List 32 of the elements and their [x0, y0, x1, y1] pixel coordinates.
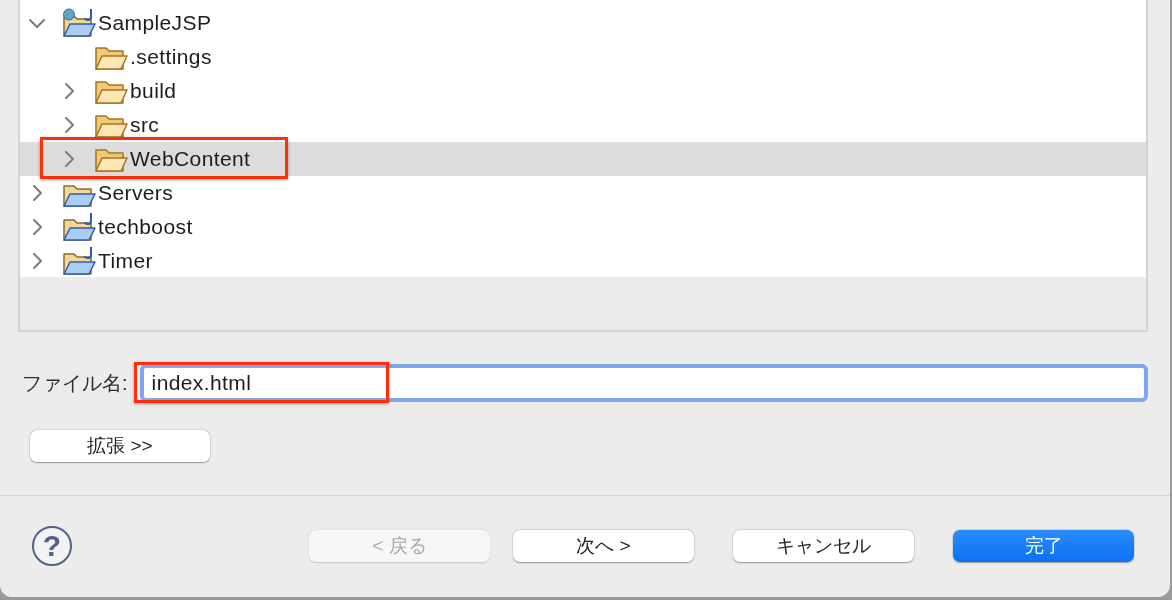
file-name-field[interactable]: index.html: [139, 364, 1148, 402]
tree-item-label: src: [130, 112, 160, 138]
tree-item-label: Timer: [98, 248, 153, 274]
tree-row[interactable]: src: [20, 108, 1146, 142]
java-project-icon: [62, 246, 96, 276]
chevron-right-icon[interactable]: [32, 219, 42, 235]
tree-item-label: Servers: [98, 180, 174, 206]
chevron-right-icon[interactable]: [32, 253, 42, 269]
tree-row[interactable]: Servers: [20, 176, 1146, 210]
file-name-label: ファイル名:: [22, 370, 128, 396]
web-project-icon: [62, 8, 96, 38]
chevron-right-icon[interactable]: [64, 83, 74, 99]
tree-item-label: build: [130, 78, 177, 104]
tree-item-label: WebContent: [130, 146, 251, 172]
tree-row[interactable]: SampleJSP: [20, 6, 1146, 40]
chevron-down-icon[interactable]: [29, 18, 45, 28]
dialog-button[interactable]: 完了: [953, 530, 1134, 562]
tree-row[interactable]: techboost: [20, 210, 1146, 244]
chevron-right-icon[interactable]: [64, 117, 74, 133]
dialog-button[interactable]: キャンセル: [733, 530, 914, 562]
chevron-right-icon[interactable]: [64, 151, 74, 167]
dialog-button[interactable]: 次へ >: [513, 530, 694, 562]
tree-row[interactable]: Timer: [20, 244, 1146, 278]
advanced-button[interactable]: 拡張 >>: [30, 430, 210, 462]
tree-item-label: .settings: [130, 44, 212, 70]
tree-item-label: SampleJSP: [98, 10, 212, 36]
tree-row[interactable]: .settings: [20, 40, 1146, 74]
java-project-icon: [62, 212, 96, 242]
tree-item-label: techboost: [98, 214, 193, 240]
tree-row[interactable]: build: [20, 74, 1146, 108]
help-button[interactable]: ?: [32, 526, 72, 566]
chevron-right-icon[interactable]: [32, 185, 42, 201]
